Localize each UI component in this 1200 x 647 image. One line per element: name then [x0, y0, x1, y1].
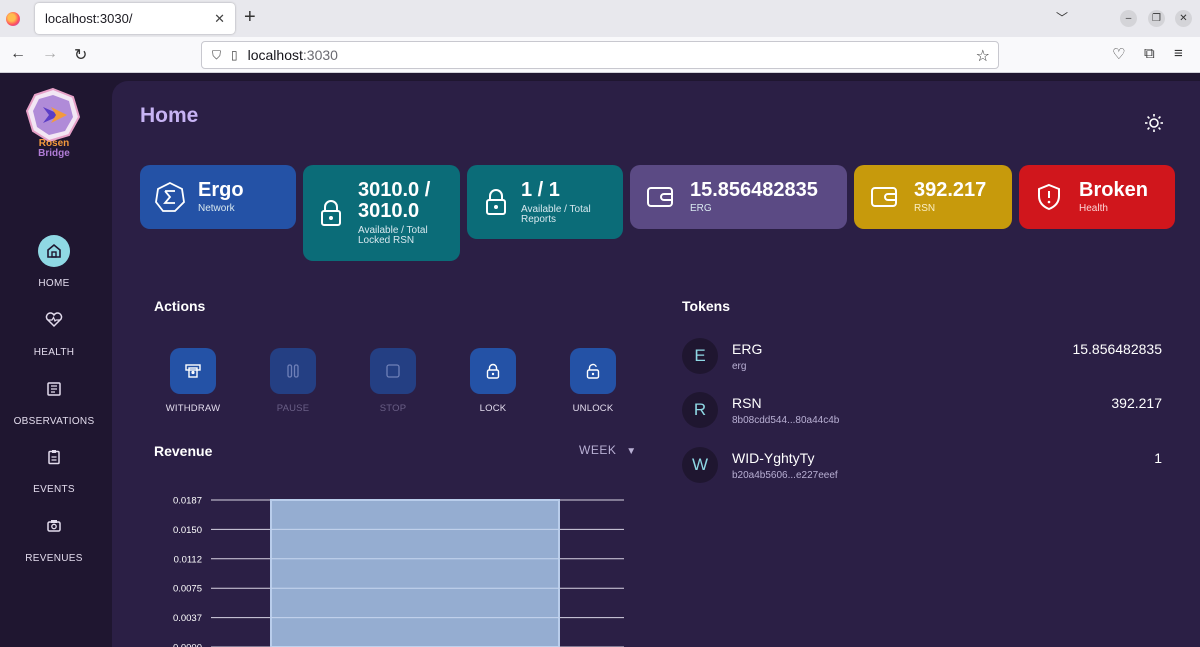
token-avatar: W: [682, 447, 718, 483]
token-avatar: R: [682, 392, 718, 428]
token-id: 8b08cdd544...80a44c4b: [732, 415, 840, 426]
forward-icon[interactable]: →: [42, 45, 58, 63]
theme-toggle-sun-icon[interactable]: [1144, 113, 1164, 138]
y-tick-label: 0.0150: [173, 525, 202, 536]
token-id: erg: [732, 361, 747, 372]
y-tick-label: 0.0187: [173, 496, 202, 507]
sidebar-item-label: EVENTS: [33, 484, 75, 495]
extensions-icon[interactable]: ⧉: [1144, 45, 1155, 62]
shield-icon: [1038, 183, 1060, 211]
health-value: Broken: [1079, 179, 1148, 201]
sidebar: Rosen Bridge HOME HEALTH OBSERVATIONS EV…: [0, 73, 110, 647]
url-host: localhost: [247, 47, 303, 63]
back-icon[interactable]: ←: [10, 45, 26, 63]
new-tab-icon[interactable]: +: [244, 6, 256, 29]
y-tick-label: 0.0075: [173, 584, 202, 595]
token-row[interactable]: W WID-YghtyTy b20a4b5606...e227eeef 1: [682, 447, 1162, 483]
rsn-balance-value: 392.217: [914, 179, 987, 201]
erg-balance-label: ERG: [690, 203, 712, 214]
tokens-title: Tokens: [682, 298, 730, 314]
sidebar-item-home[interactable]: HOME: [0, 235, 108, 289]
close-window-icon[interactable]: ✕: [1175, 10, 1192, 27]
y-tick-label: 0.0037: [173, 613, 202, 624]
erg-balance-value: 15.856482835: [690, 179, 818, 201]
page-icon: ▯: [231, 48, 238, 62]
browser-nav-bar: ← → ↻ ⛉ ▯ localhost:3030 ☆ ♡ ⧉ ≡: [0, 37, 1200, 73]
token-row[interactable]: E ERG erg 15.856482835: [682, 338, 1162, 374]
token-id: b20a4b5606...e227eeef: [732, 470, 838, 481]
observations-icon: [38, 373, 70, 405]
pocket-icon[interactable]: ♡: [1112, 45, 1125, 63]
sidebar-item-label: REVENUES: [25, 553, 83, 564]
token-amount: 1: [1154, 450, 1162, 466]
browser-tab-bar: localhost:3030/ ✕ + ﹀ – ❐ ✕: [0, 0, 1200, 37]
health-icon: [38, 304, 70, 336]
revenues-icon: [38, 510, 70, 542]
y-tick-label: 0.0000: [173, 643, 202, 647]
home-icon: [38, 235, 70, 267]
rsn-balance-card: 392.217 RSN: [854, 165, 1012, 229]
token-name: RSN: [732, 395, 762, 411]
reload-icon[interactable]: ↻: [74, 45, 87, 65]
token-row[interactable]: R RSN 8b08cdd544...80a44c4b 392.217: [682, 392, 1162, 428]
events-icon: [38, 441, 70, 473]
shield-icon[interactable]: ⛉: [212, 48, 221, 63]
menu-icon[interactable]: ≡: [1174, 45, 1183, 62]
app: Rosen Bridge HOME HEALTH OBSERVATIONS EV…: [0, 73, 1200, 647]
tab-list-chevron-icon[interactable]: ﹀: [1056, 9, 1068, 26]
sidebar-item-revenues[interactable]: REVENUES: [0, 510, 108, 564]
token-name: WID-YghtyTy: [732, 450, 815, 466]
token-name: ERG: [732, 341, 763, 357]
main-panel: Home Ergo Network 3010.0 / 3010.0 Availab…: [112, 81, 1200, 647]
revenue-bar[interactable]: [270, 499, 560, 647]
bookmark-star-icon[interactable]: ☆: [976, 46, 990, 66]
tab-title: localhost:3030/: [45, 11, 133, 26]
health-card: Broken Health: [1019, 165, 1175, 229]
logo-text: Rosen Bridge: [38, 138, 70, 159]
token-amount: 392.217: [1111, 395, 1162, 411]
token-amount: 15.856482835: [1072, 341, 1162, 357]
token-avatar: E: [682, 338, 718, 374]
wallet-icon: [871, 187, 897, 207]
sidebar-item-observations[interactable]: OBSERVATIONS: [0, 373, 108, 427]
revenue-chart: 0.0187 0.0150 0.0112 0.0075 0.0037 0.0000: [173, 496, 624, 647]
y-tick-label: 0.0112: [174, 554, 202, 565]
url-port: :3030: [302, 47, 338, 63]
sidebar-item-label: HEALTH: [33, 347, 75, 358]
restore-icon[interactable]: ❐: [1148, 10, 1165, 27]
minimize-icon[interactable]: –: [1120, 10, 1137, 27]
firefox-icon: [6, 11, 20, 26]
sidebar-item-health[interactable]: HEALTH: [0, 304, 108, 358]
sidebar-item-label: HOME: [38, 278, 70, 289]
health-label: Health: [1079, 203, 1108, 214]
sidebar-item-events[interactable]: EVENTS: [0, 441, 108, 495]
rsn-balance-label: RSN: [914, 203, 936, 214]
browser-tab[interactable]: localhost:3030/ ✕: [35, 3, 235, 34]
rosen-bridge-logo-icon: [25, 87, 81, 143]
url-bar[interactable]: ⛉ ▯ localhost:3030 ☆: [201, 41, 999, 69]
close-tab-icon[interactable]: ✕: [214, 11, 225, 27]
sidebar-item-label: OBSERVATIONS: [13, 416, 95, 427]
